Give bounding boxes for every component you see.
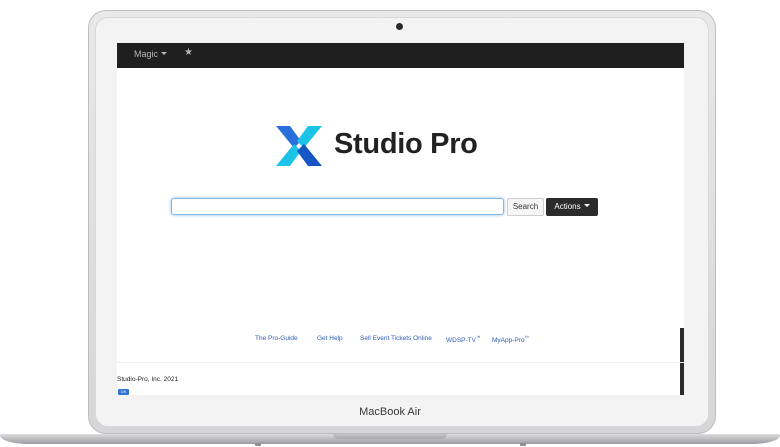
- star-icon[interactable]: ★: [184, 47, 193, 58]
- footer-link-myapp-pro[interactable]: MyApp-Pro™: [492, 335, 529, 344]
- footer-link-pro-guide[interactable]: The Pro-Guide: [255, 335, 298, 342]
- chevron-down-icon: [583, 204, 590, 207]
- footer-divider: [117, 362, 684, 363]
- footer-link-sell-tickets[interactable]: Sell Event Tickets Online: [360, 335, 432, 342]
- footer-link-label: The Pro-Guide: [255, 335, 298, 342]
- app-screen: Magic ★ Studio Pro Search Actions The Pr…: [117, 43, 684, 395]
- magic-menu[interactable]: Magic: [134, 49, 168, 59]
- footer-link-label: MyApp-Pro: [492, 337, 525, 345]
- chevron-down-icon: [161, 52, 168, 55]
- navbar: Magic ★: [117, 43, 684, 68]
- laptop-foot: [255, 443, 261, 446]
- footer-link-label: Get Help: [317, 335, 343, 342]
- magic-menu-label: Magic: [134, 49, 159, 59]
- footer-link-wdsp-tv[interactable]: WDSP-TV™: [446, 335, 480, 344]
- actions-button-label: Actions: [554, 202, 581, 211]
- footer-link-label: Sell Event Tickets Online: [360, 335, 432, 342]
- footer-link-get-help[interactable]: Get Help: [317, 335, 343, 342]
- trademark-mark: ™: [524, 335, 530, 340]
- search-button[interactable]: Search: [507, 198, 544, 216]
- copyright-text: Studio-Pro, Inc. 2021: [117, 376, 179, 383]
- camera-icon: [396, 23, 403, 30]
- search-input[interactable]: [171, 198, 504, 215]
- footer-links: The Pro-Guide Get Help Sell Event Ticket…: [117, 335, 684, 347]
- laptop-hinge-notch: [333, 434, 447, 439]
- device-label: MacBook Air: [359, 406, 421, 418]
- logo-text: Studio Pro: [334, 128, 478, 160]
- actions-button[interactable]: Actions: [546, 198, 598, 216]
- studio-pro-logo-icon: [276, 126, 322, 166]
- laptop-foot: [520, 443, 526, 446]
- status-badge: OK: [118, 389, 129, 395]
- footer-link-label: WDSP-TV: [446, 337, 476, 345]
- trademark-mark: ™: [475, 335, 481, 340]
